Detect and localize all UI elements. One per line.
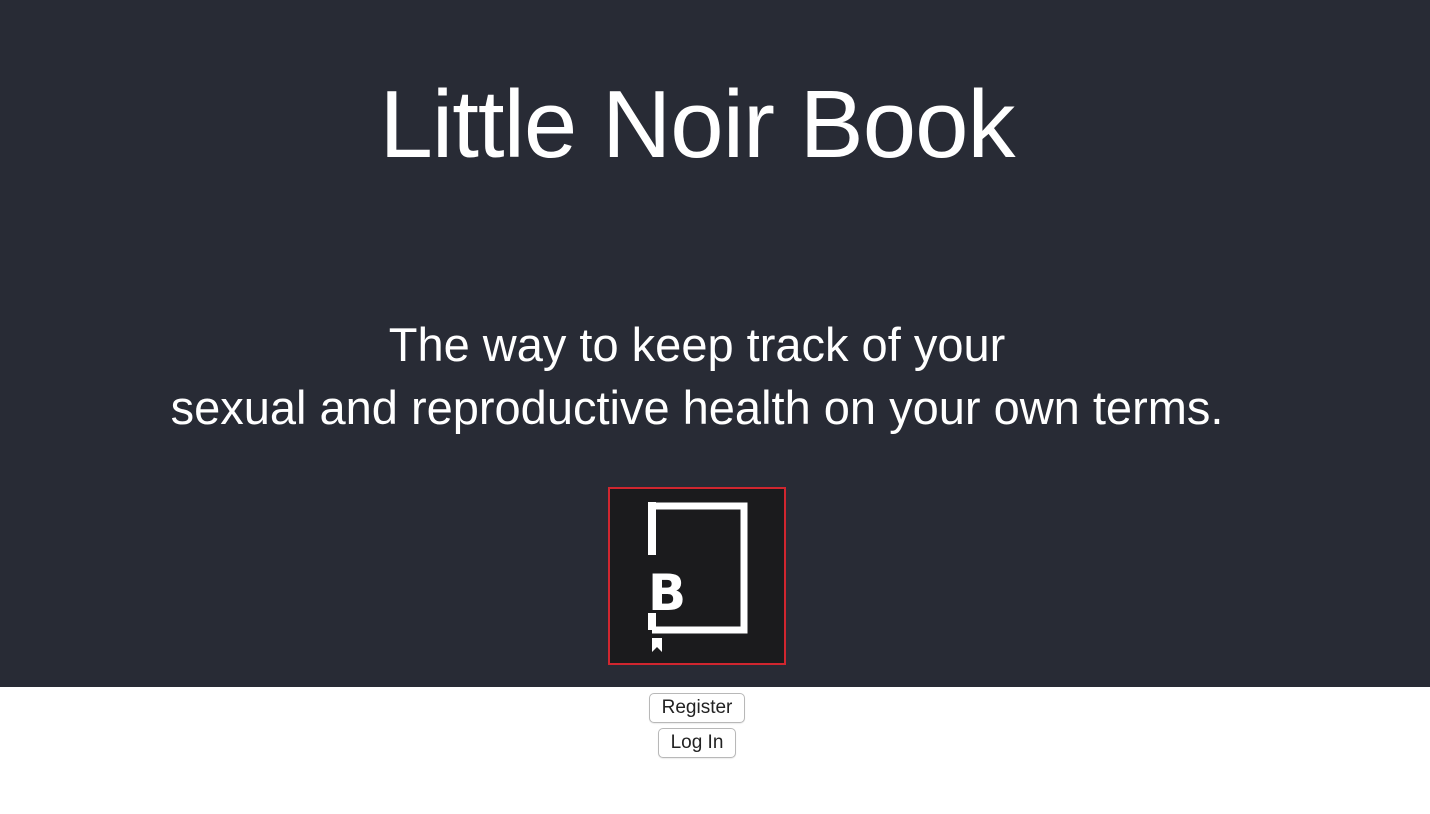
app-tagline: The way to keep track of your sexual and… — [0, 313, 1394, 439]
app-title: Little Noir Book — [379, 71, 1016, 178]
tagline-line-2: sexual and reproductive health on your o… — [170, 381, 1224, 434]
auth-actions: Register Log In — [0, 693, 1394, 758]
login-button[interactable]: Log In — [657, 728, 737, 758]
app-logo: B — [608, 487, 786, 665]
hero-banner: Little Noir Book The way to keep track o… — [0, 0, 1430, 687]
book-logo-icon: B — [648, 502, 748, 652]
tagline-line-1: The way to keep track of your — [388, 318, 1006, 371]
logo-letter: B — [648, 564, 686, 622]
register-button[interactable]: Register — [648, 693, 746, 723]
